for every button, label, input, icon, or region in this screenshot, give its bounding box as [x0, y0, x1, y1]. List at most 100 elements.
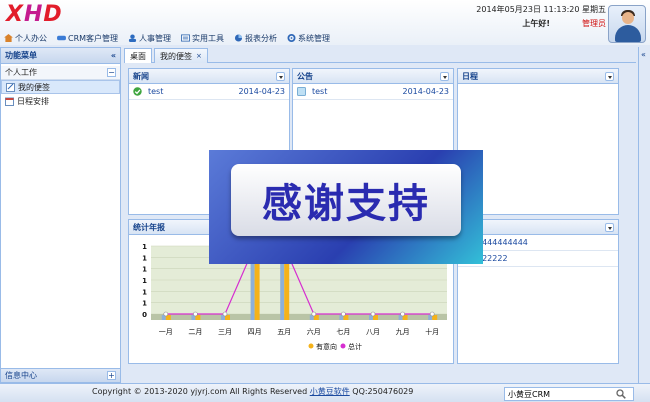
news-title[interactable]: test	[148, 87, 233, 96]
nav-personal-office[interactable]: 个人办公	[4, 30, 47, 46]
banner-card: 感谢支持	[231, 164, 461, 236]
calendar-icon	[5, 97, 14, 106]
dropdown-icon[interactable]	[276, 71, 285, 81]
tools-icon	[181, 34, 190, 42]
sidebar-title: 功能菜单	[5, 51, 37, 60]
user-role[interactable]: 管理员	[582, 18, 606, 29]
y-tick-label: 1	[142, 288, 147, 296]
copyright-text: Copyright © 2013-2020 yjyrj.com All Righ…	[92, 387, 308, 396]
note-text[interactable]: 4444444444	[477, 238, 614, 247]
panel-header: 公告	[293, 69, 453, 84]
data-point	[163, 311, 169, 317]
list-item[interactable]: test 2014-04-23	[129, 84, 289, 100]
greeting: 上午好!	[522, 19, 550, 28]
nav-label: 报表分析	[245, 33, 278, 43]
nav-tools[interactable]: 实用工具	[181, 30, 224, 46]
system-icon	[287, 34, 296, 42]
report-icon	[234, 34, 243, 42]
panel-title: 统计年报	[133, 222, 165, 232]
thanks-overlay-banner: 感谢支持	[209, 150, 483, 264]
tab-desktop[interactable]: 桌面	[124, 48, 152, 63]
check-icon	[133, 87, 142, 96]
banner-text: 感谢支持	[262, 181, 430, 227]
collapse-right-icon[interactable]: «	[641, 50, 646, 59]
panel-header: 日程	[458, 69, 618, 84]
footer-bar: Copyright © 2013-2020 yjyrj.com All Righ…	[0, 383, 650, 402]
avatar[interactable]	[608, 5, 646, 43]
tab-bar: 桌面 我的便签 ×	[124, 47, 636, 63]
y-tick-label: 1	[142, 266, 147, 274]
panel-header: 新闻	[129, 69, 289, 84]
dropdown-icon[interactable]	[605, 222, 614, 232]
x-tick-label: 五月	[277, 328, 291, 336]
tab-my-notes[interactable]: 我的便签 ×	[154, 48, 208, 63]
legend-marker	[340, 343, 346, 349]
legend-label: 有意向	[316, 342, 337, 351]
search-box[interactable]	[504, 387, 634, 401]
note-icon	[6, 82, 15, 92]
data-point	[222, 311, 228, 317]
data-point	[370, 311, 376, 317]
sidebar-item-schedule[interactable]: 日程安排	[1, 94, 120, 108]
panel-title: 新闻	[133, 71, 149, 81]
vendor-link[interactable]: 小黄豆软件	[310, 387, 350, 396]
x-tick-label: 二月	[188, 328, 202, 336]
sidebar-item-my-notes[interactable]: 我的便签	[1, 80, 120, 94]
nav-crm[interactable]: CRM客户管理	[57, 30, 118, 46]
tab-label: 我的便签	[160, 51, 192, 61]
contact-qq: QQ:250476029	[352, 387, 414, 396]
y-tick-label: 1	[142, 243, 147, 251]
panel-title: 日程	[462, 71, 478, 81]
x-tick-label: 六月	[307, 327, 321, 336]
x-tick-label: 三月	[218, 328, 232, 336]
y-tick-label: 1	[142, 254, 147, 262]
sidebar-section[interactable]: 个人工作 −	[1, 66, 120, 80]
y-tick-label: 0	[142, 311, 147, 319]
collapse-left-icon[interactable]: «	[111, 51, 116, 60]
sidebar-section-label: 个人工作	[5, 68, 37, 77]
plus-icon[interactable]: +	[107, 371, 116, 380]
x-tick-label: 九月	[396, 327, 410, 336]
sidebar-footer[interactable]: 信息中心 +	[1, 368, 120, 382]
nav-label: CRM客户管理	[68, 33, 119, 43]
right-collapse-strip[interactable]: «	[638, 47, 650, 383]
sidebar-footer-label: 信息中心	[5, 371, 37, 380]
datetime: 2014年05月23日 11:13:20 星期五	[476, 5, 606, 14]
crm-icon	[57, 35, 66, 41]
nav-label: 人事管理	[139, 33, 172, 43]
legend-label: 总计	[348, 342, 362, 351]
x-tick-label: 四月	[248, 328, 262, 336]
nav-system[interactable]: 系统管理	[287, 30, 330, 46]
dropdown-icon[interactable]	[440, 71, 449, 81]
news-date: 2014-04-23	[238, 87, 286, 96]
x-tick-label: 十月	[425, 327, 439, 336]
notice-date: 2014-04-23	[402, 87, 450, 96]
nav-reports[interactable]: 报表分析	[234, 30, 277, 46]
search-icon[interactable]	[616, 389, 626, 399]
close-icon[interactable]: ×	[196, 52, 202, 60]
notice-title[interactable]: test	[312, 87, 397, 96]
dropdown-icon[interactable]	[605, 71, 614, 81]
x-tick-label: 一月	[159, 328, 173, 336]
sidebar-item-label: 我的便签	[18, 82, 50, 92]
data-point	[193, 311, 198, 317]
minus-icon[interactable]: −	[107, 68, 116, 77]
list-item[interactable]: test 2014-04-23	[293, 84, 453, 100]
data-point	[311, 311, 317, 317]
legend-marker	[308, 343, 314, 349]
top-header: XHD 2014年05月23日 11:13:20 星期五 上午好! 管理员 个人…	[0, 0, 650, 45]
sidebar: 功能菜单 « 个人工作 − 我的便签 日程安排 信息中心 +	[0, 47, 121, 383]
data-point	[400, 311, 405, 317]
copyright: Copyright © 2013-2020 yjyrj.com All Righ…	[92, 386, 413, 397]
people-icon	[128, 34, 137, 42]
sidebar-item-label: 日程安排	[17, 96, 49, 106]
search-input[interactable]	[508, 389, 616, 399]
sidebar-header: 功能菜单 «	[1, 48, 120, 64]
main-nav: 个人办公 CRM客户管理 人事管理 实用工具 报表分析 系统管理	[0, 30, 336, 46]
note-text[interactable]: 222222	[477, 254, 614, 263]
nav-hr[interactable]: 人事管理	[128, 30, 171, 46]
home-icon	[4, 34, 13, 42]
y-tick-label: 1	[142, 300, 147, 308]
notice-icon	[297, 87, 306, 96]
nav-label: 实用工具	[192, 33, 225, 43]
